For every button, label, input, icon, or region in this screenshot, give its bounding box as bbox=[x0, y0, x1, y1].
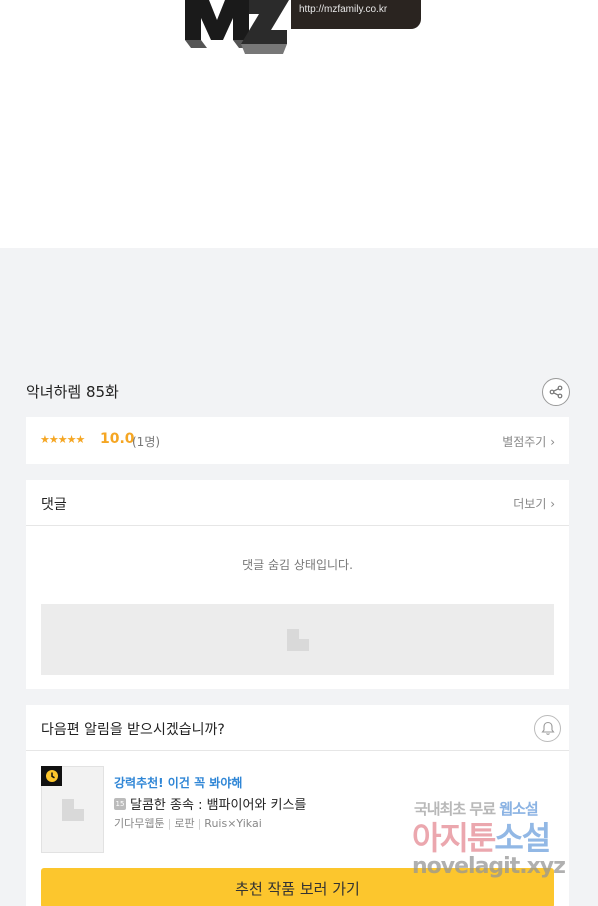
recommend-author: Ruis×Yikai bbox=[204, 817, 262, 830]
recommend-platform: 기다무웹툰 bbox=[114, 817, 165, 830]
comment-more-button[interactable]: 더보기 › bbox=[513, 495, 555, 512]
rating-score: 10.0 bbox=[100, 431, 135, 447]
ad-placeholder[interactable] bbox=[41, 604, 554, 675]
recommend-promo: 강력추천! 이건 꼭 봐야해 bbox=[114, 776, 243, 790]
image-placeholder-icon bbox=[286, 628, 309, 651]
rate-button-label: 별점주기 bbox=[502, 435, 547, 449]
comment-card: 댓글 더보기 › 댓글 숨김 상태입니다. bbox=[26, 480, 569, 689]
age-rating-badge: 15 bbox=[114, 797, 126, 810]
wait-free-badge bbox=[41, 766, 62, 786]
comment-more-label: 더보기 bbox=[513, 497, 547, 511]
comment-title: 댓글 bbox=[41, 497, 67, 513]
mz-logo-icon bbox=[185, 0, 289, 54]
image-placeholder-icon bbox=[61, 798, 84, 821]
episode-title: 악녀하렘 85화 bbox=[26, 383, 119, 401]
comment-hidden-message: 댓글 숨김 상태입니다. bbox=[242, 558, 353, 572]
share-icon bbox=[549, 385, 563, 399]
publisher-logo: http://mzfamily.co.kr bbox=[183, 0, 423, 56]
rating-card: ★★★★★ 10.0 (1명) 별점주기 › bbox=[26, 417, 569, 464]
recommend-work-title: 달콤한 종속 : 뱀파이어와 키스를 bbox=[130, 798, 307, 813]
next-episode-card: 다음편 알림을 받으시겠습니까? 강력추천! 이건 꼭 봐야해 15 달콤한 종… bbox=[26, 705, 569, 906]
logo-url-text: http://mzfamily.co.kr bbox=[299, 4, 388, 15]
recommend-genre: 로판 bbox=[174, 817, 195, 830]
comment-header: 댓글 더보기 › bbox=[26, 480, 569, 526]
chevron-right-icon: › bbox=[550, 497, 555, 511]
clock-icon bbox=[45, 770, 58, 782]
rating-count: (1명) bbox=[132, 435, 161, 449]
notification-bell-button[interactable] bbox=[534, 715, 561, 742]
share-button[interactable] bbox=[542, 378, 570, 406]
next-episode-question: 다음편 알림을 받으시겠습니까? bbox=[41, 722, 225, 738]
bell-icon bbox=[540, 721, 555, 735]
recommend-cta-button[interactable]: 추천 작품 보러 가기 bbox=[41, 868, 554, 906]
chevron-right-icon: › bbox=[550, 435, 555, 449]
rating-stars: ★★★★★ bbox=[40, 433, 85, 446]
webtoon-image-area: http://mzfamily.co.kr bbox=[0, 0, 598, 248]
next-episode-header: 다음편 알림을 받으시겠습니까? bbox=[26, 705, 569, 751]
recommend-meta: 기다무웹툰 | 로판 | Ruis×Yikai bbox=[114, 817, 262, 830]
recommend-work[interactable]: 15 달콤한 종속 : 뱀파이어와 키스를 bbox=[114, 794, 306, 813]
rate-button[interactable]: 별점주기 › bbox=[502, 433, 555, 450]
